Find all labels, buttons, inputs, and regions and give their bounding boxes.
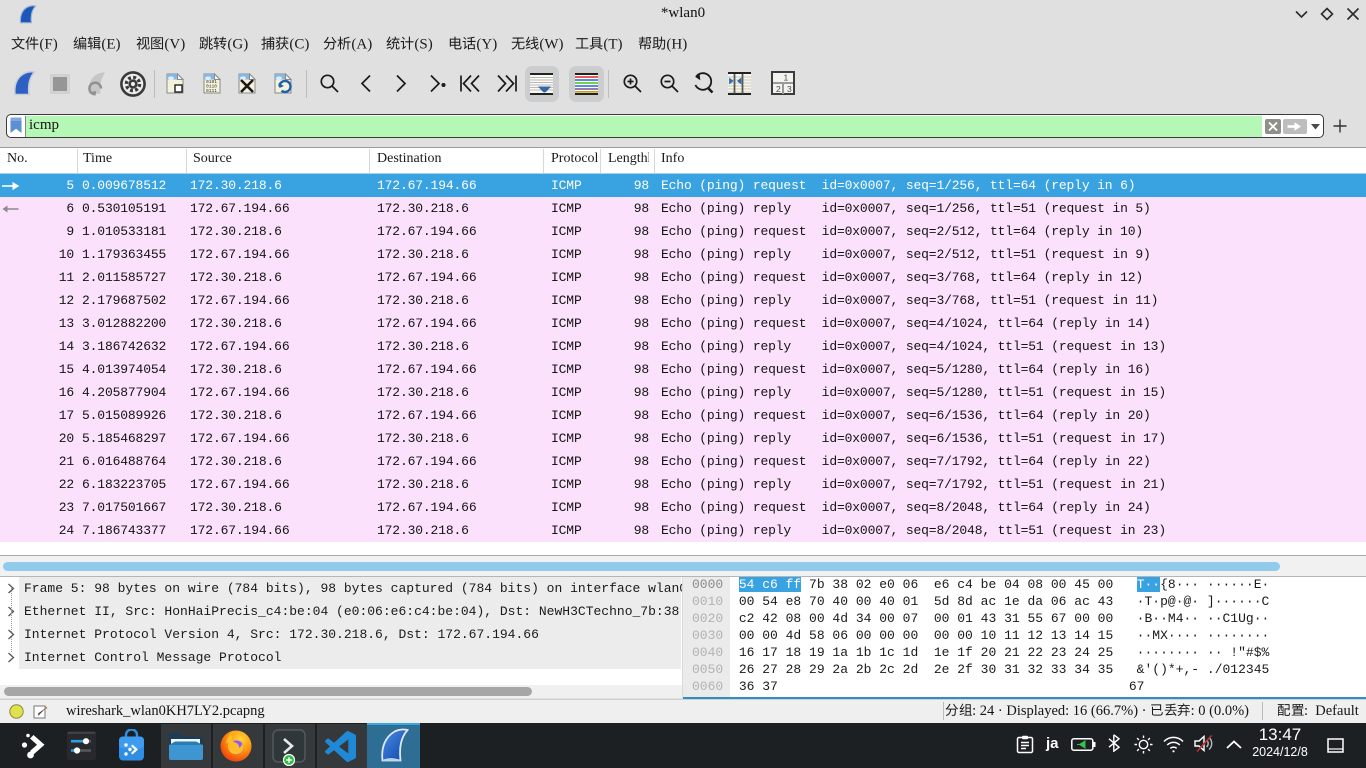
svg-text:0111: 0111 [206, 88, 217, 94]
svg-text:3: 3 [787, 84, 792, 94]
svg-text:1: 1 [784, 73, 789, 83]
svg-text:2: 2 [776, 84, 781, 94]
